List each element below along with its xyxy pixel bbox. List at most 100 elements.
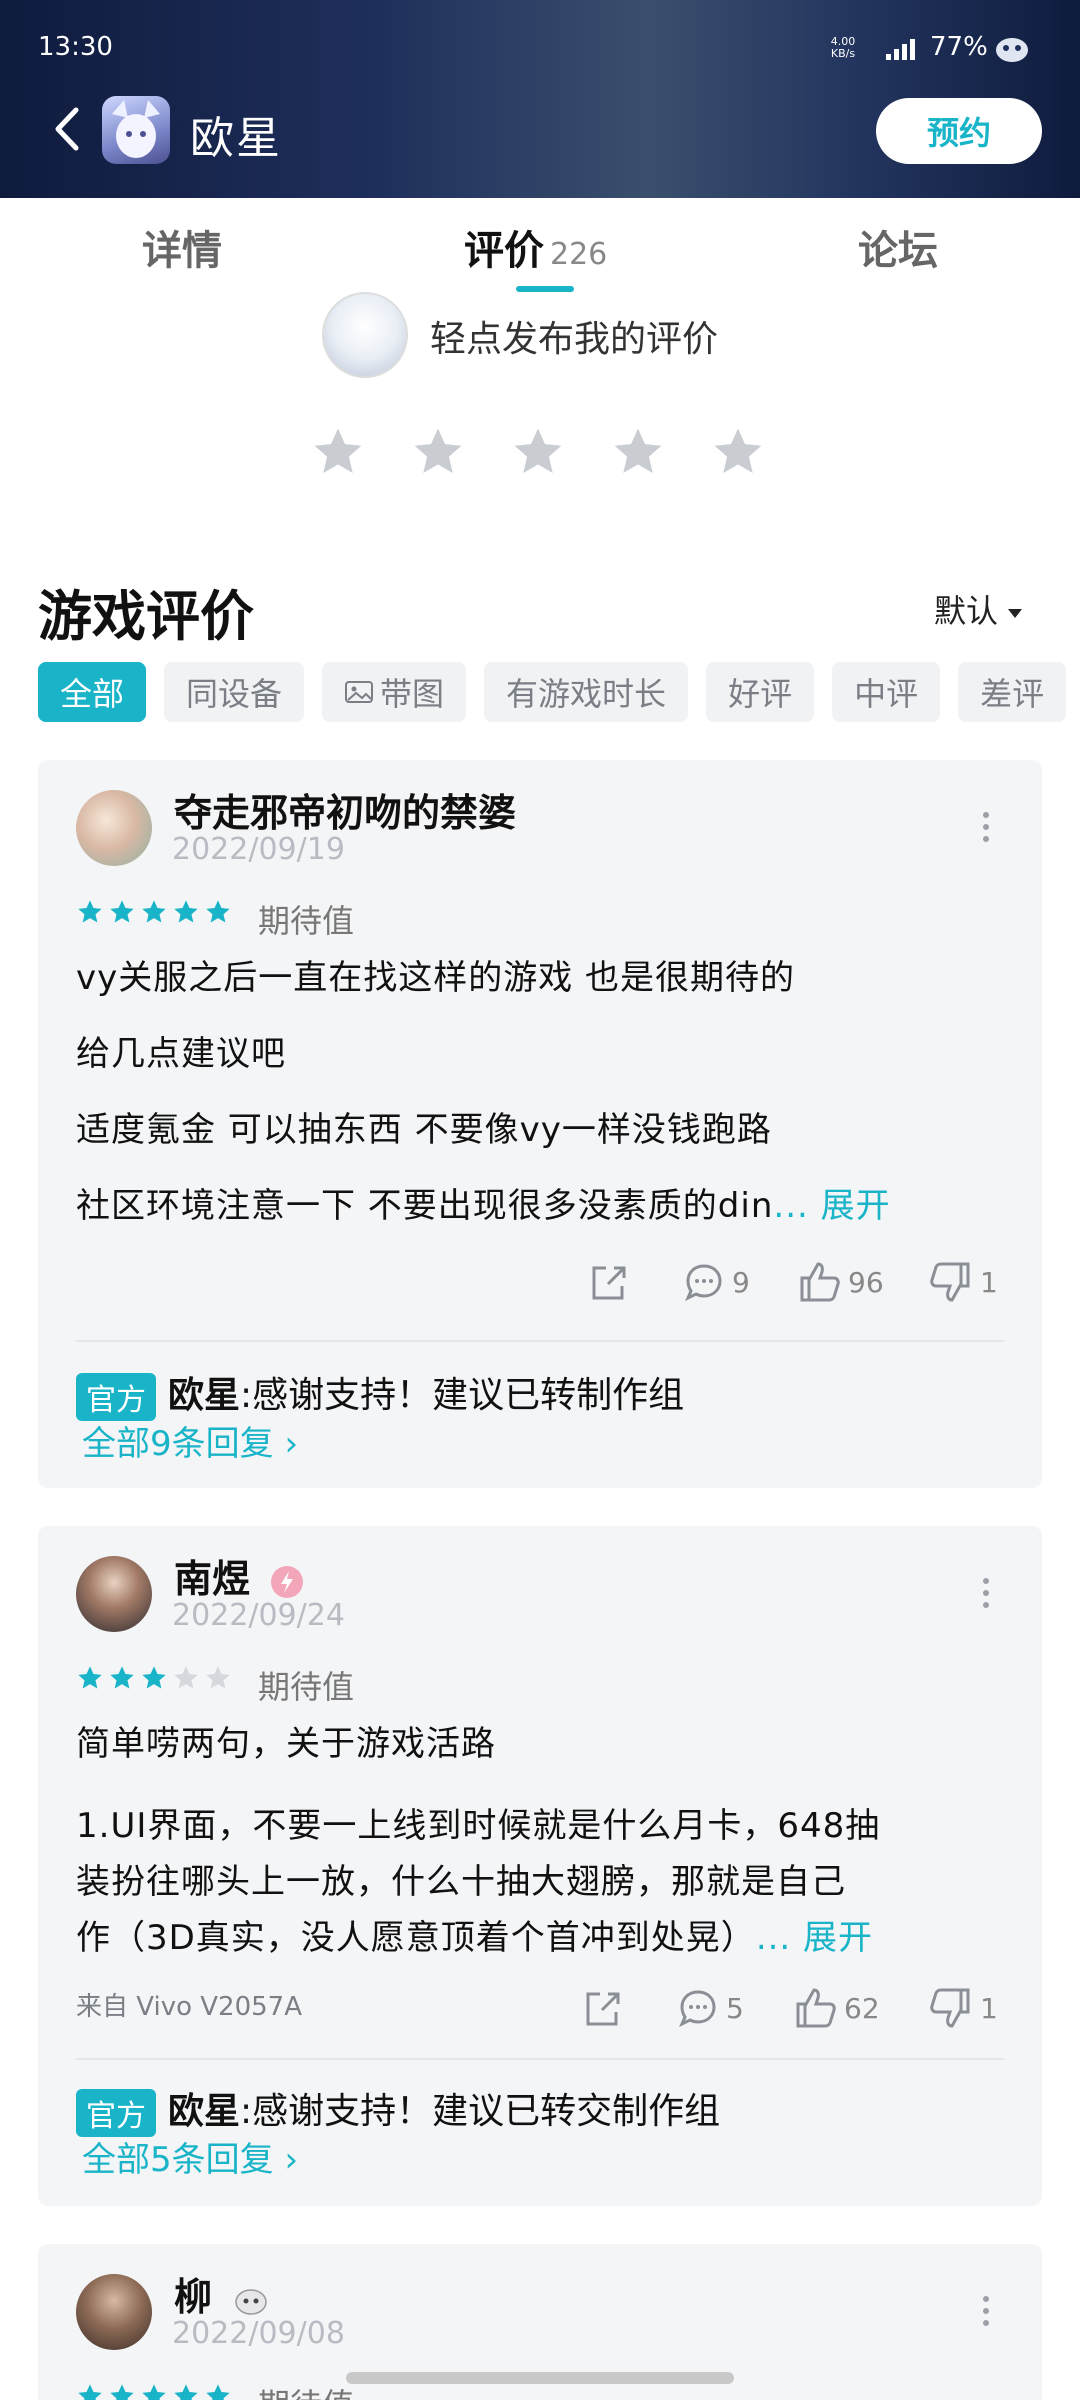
- more-options-icon[interactable]: [982, 812, 990, 846]
- star-filled-icon: [110, 1666, 134, 1689]
- tab-reviews[interactable]: 评价 226: [464, 218, 607, 276]
- share-button[interactable]: [586, 1254, 630, 1310]
- filter-neutral[interactable]: 中评: [832, 662, 941, 722]
- official-reply-text: :感谢支持！建议已转交制作组: [240, 2091, 721, 2132]
- review-username[interactable]: 南煜: [174, 1548, 305, 1603]
- divider: [76, 1340, 1004, 1342]
- tab-reviews-count: 226: [550, 237, 608, 272]
- avatar[interactable]: [76, 2274, 152, 2350]
- comment-button[interactable]: 9: [682, 1254, 750, 1310]
- my-avatar: [322, 292, 408, 378]
- filter-with-image[interactable]: 带图: [322, 662, 467, 722]
- review-date: 2022/09/19: [172, 832, 345, 867]
- sort-label: 默认: [934, 592, 999, 630]
- more-options-icon[interactable]: [982, 2296, 990, 2330]
- post-review-label: 轻点发布我的评价: [430, 319, 719, 360]
- thumbs-down-icon: [930, 1988, 970, 2028]
- star-empty-icon: [174, 1666, 198, 1689]
- level-badge-icon: [271, 1565, 304, 1598]
- thumbs-up-icon: [796, 1988, 836, 2028]
- back-arrow-icon[interactable]: [48, 104, 88, 154]
- rate-star-2-icon[interactable]: [410, 424, 466, 480]
- review-card[interactable]: 南煜 2022/09/24 期待值 简单唠两句，关于游戏活路 1.UI界面，不要…: [38, 1526, 1042, 2206]
- review-text-line: 适度氪金 可以抽东西 不要像vy一样没钱跑路: [76, 1110, 772, 1150]
- review-card[interactable]: 夺走邪帝初吻的禁婆 2022/09/19 期待值 vy关服之后一直在找这样的游戏…: [38, 760, 1042, 1488]
- star-filled-icon: [78, 2384, 102, 2400]
- tab-reviews-label: 评价: [464, 228, 544, 274]
- review-date: 2022/09/08: [172, 2316, 345, 2351]
- all-replies-link[interactable]: 全部9条回复 ›: [82, 1416, 298, 1465]
- star-filled-icon: [174, 900, 198, 923]
- review-text-line-last: 社区环境注意一下 不要出现很多没素质的din... 展开: [76, 1178, 891, 1227]
- image-icon: [345, 681, 374, 703]
- review-tag: 期待值: [258, 902, 355, 940]
- comment-count: 5: [726, 1991, 744, 2025]
- divider: [76, 2058, 1004, 2060]
- expand-link[interactable]: ... 展开: [756, 1918, 873, 1958]
- comment-icon: [685, 1264, 722, 1302]
- official-reply-text: :感谢支持！建议已转制作组: [240, 1375, 685, 1416]
- star-filled-icon: [206, 2384, 230, 2400]
- review-text-line: 装扮往哪头上一放，什么十抽大翅膀，那就是自己: [76, 1862, 846, 1902]
- dislike-button[interactable]: 1: [928, 1980, 998, 2036]
- filter-with-image-label: 带图: [380, 675, 445, 713]
- filter-negative[interactable]: 差评: [958, 662, 1067, 722]
- tab-details[interactable]: 详情: [142, 218, 222, 276]
- star-filled-icon: [110, 2384, 134, 2400]
- filter-positive[interactable]: 好评: [706, 662, 815, 722]
- review-tag: 期待值: [258, 1668, 355, 1706]
- avatar[interactable]: [76, 1556, 152, 1632]
- tab-forum[interactable]: 论坛: [858, 218, 938, 276]
- like-button[interactable]: 96: [796, 1254, 884, 1310]
- comment-icon: [679, 1990, 716, 2028]
- rating-input: [310, 424, 780, 484]
- caret-down-icon: [1008, 608, 1023, 618]
- dislike-button[interactable]: 1: [928, 1254, 998, 1310]
- review-username[interactable]: 柳: [174, 2266, 271, 2321]
- filter-chips: 全部 同设备 带图 有游戏时长 好评 中评 差评: [38, 662, 1080, 724]
- section-title: 游戏评价: [38, 585, 254, 648]
- review-date: 2022/09/24: [172, 1598, 345, 1633]
- rate-star-3-icon[interactable]: [510, 424, 566, 480]
- rate-star-1-icon[interactable]: [310, 424, 366, 480]
- star-filled-icon: [78, 900, 102, 923]
- more-options-icon[interactable]: [982, 1578, 990, 1612]
- review-text-line: 给几点建议吧: [76, 1034, 286, 1074]
- share-icon: [592, 1266, 626, 1300]
- review-username-text: 南煜: [174, 1557, 251, 1601]
- review-text-line-last: 作（3D真实，没人愿意顶着个首冲到处晃）... 展开: [76, 1910, 873, 1959]
- notification-mascot-icon: [996, 38, 1028, 62]
- expand-link[interactable]: ... 展开: [773, 1186, 890, 1226]
- comment-button[interactable]: 5: [676, 1980, 744, 2036]
- app-icon: [102, 96, 170, 164]
- official-reply: 官方 欧星:感谢支持！建议已转制作组: [76, 1366, 684, 1421]
- review-username[interactable]: 夺走邪帝初吻的禁婆: [174, 782, 516, 837]
- avatar[interactable]: [76, 790, 152, 866]
- sort-dropdown[interactable]: 默认: [934, 586, 1023, 632]
- rate-star-4-icon[interactable]: [610, 424, 666, 480]
- filter-same-device[interactable]: 同设备: [164, 662, 305, 722]
- comment-count: 9: [732, 1265, 750, 1299]
- tab-bar: 详情 评价 226 论坛: [0, 198, 1080, 294]
- dislike-count: 1: [980, 1991, 998, 2025]
- all-replies-link[interactable]: 全部5条回复 ›: [82, 2132, 298, 2181]
- review-text-line: 社区环境注意一下 不要出现很多没素质的din: [76, 1186, 774, 1226]
- home-indicator[interactable]: [346, 2372, 734, 2384]
- thumbs-up-icon: [800, 1262, 840, 1302]
- filter-with-playtime[interactable]: 有游戏时长: [484, 662, 689, 722]
- share-button[interactable]: [580, 1980, 624, 2036]
- filter-all[interactable]: 全部: [38, 662, 147, 722]
- star-filled-icon: [206, 900, 230, 923]
- like-count: 96: [848, 1265, 884, 1299]
- rate-star-5-icon[interactable]: [710, 424, 766, 480]
- like-count: 62: [844, 1991, 880, 2025]
- reserve-button[interactable]: 预约: [876, 98, 1042, 164]
- like-button[interactable]: 62: [792, 1980, 880, 2036]
- mascot-badge-icon: [235, 2288, 267, 2315]
- official-name: 欧星: [168, 1375, 241, 1416]
- official-name: 欧星: [168, 2091, 241, 2132]
- review-text-line: 简单唠两句，关于游戏活路: [76, 1724, 496, 1764]
- thumbs-down-icon: [930, 1262, 970, 1302]
- share-icon: [586, 1992, 620, 2026]
- review-actions: 9 96 1: [38, 1254, 1042, 1314]
